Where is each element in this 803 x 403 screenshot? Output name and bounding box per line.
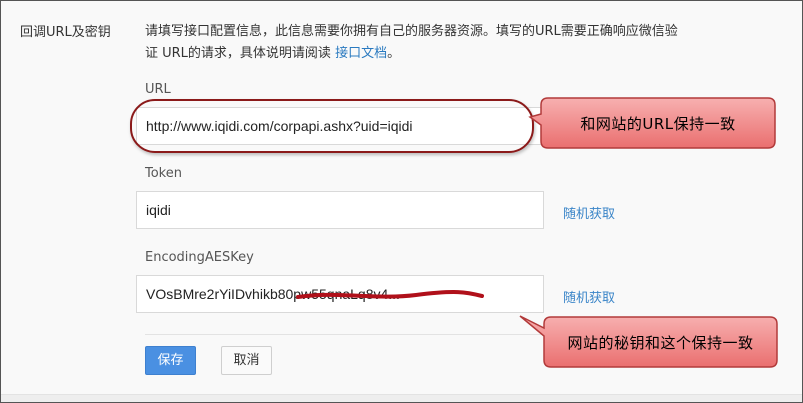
redaction-scribble <box>296 290 484 299</box>
description-text: 证 URL的请求，具体说明请阅读 <box>145 46 336 61</box>
token-input[interactable]: iqidi <box>136 191 544 229</box>
aes-key-random-link[interactable]: 随机获取 <box>563 287 615 306</box>
cancel-button[interactable]: 取消 <box>221 346 272 375</box>
section-description: 请填写接口配置信息，此信息需要你拥有自己的服务器资源。填写的URL需要正确响应微… <box>145 21 678 65</box>
doc-link[interactable]: 接口文档 <box>335 46 387 61</box>
key-callout: 网站的秘钥和这个保持一致 <box>518 312 780 372</box>
aes-key-label: EncodingAESKey <box>145 250 254 265</box>
panel-bottom-strip <box>1 394 802 402</box>
token-random-link[interactable]: 随机获取 <box>563 203 615 222</box>
save-button[interactable]: 保存 <box>145 346 196 375</box>
form-divider <box>145 334 545 335</box>
url-label: URL <box>145 82 171 97</box>
description-line-2: 证 URL的请求，具体说明请阅读 接口文档。 <box>145 43 678 65</box>
section-label: 回调URL及密钥 <box>20 25 111 40</box>
token-label: Token <box>145 166 182 181</box>
description-end: 。 <box>387 46 401 61</box>
url-callout-text: 和网站的URL保持一致 <box>580 114 736 133</box>
url-highlight-ellipse <box>130 99 534 153</box>
url-callout: 和网站的URL保持一致 <box>528 95 778 155</box>
description-line-1: 请填写接口配置信息，此信息需要你拥有自己的服务器资源。填写的URL需要正确响应微… <box>145 24 678 39</box>
key-callout-text: 网站的秘钥和这个保持一致 <box>567 333 754 352</box>
